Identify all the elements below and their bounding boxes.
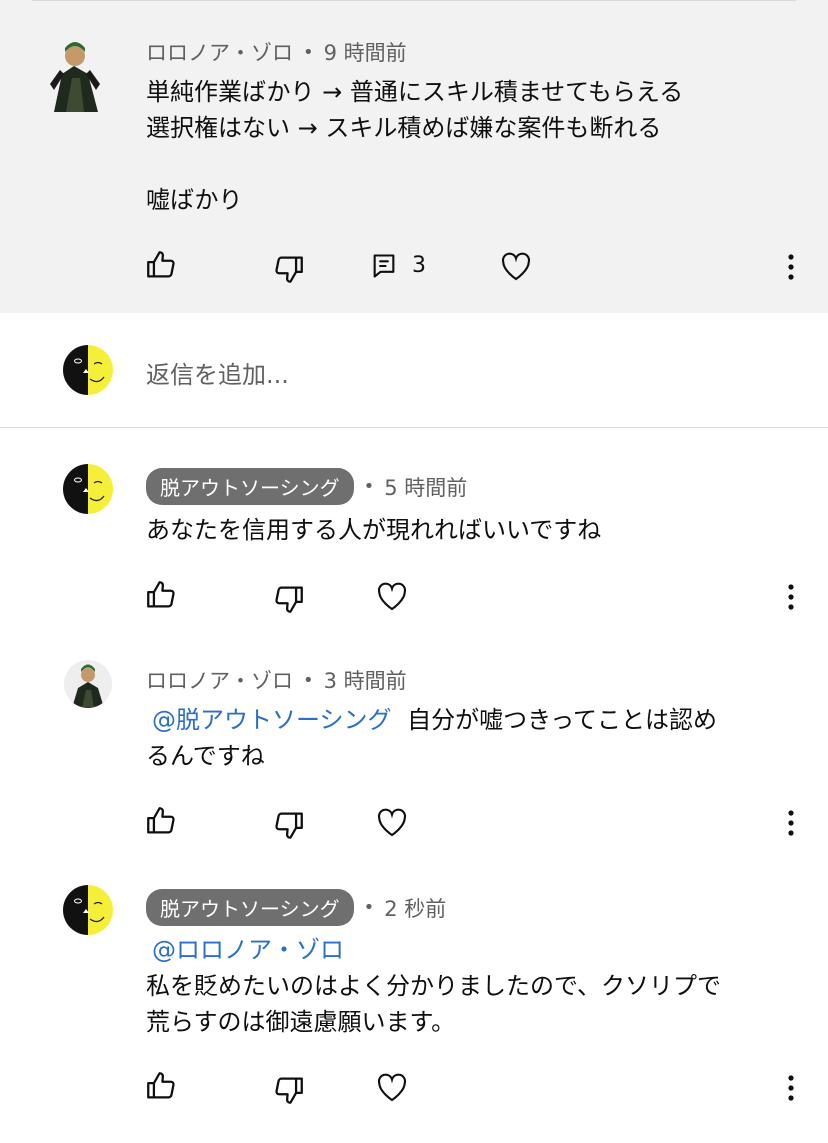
avatar[interactable] (44, 34, 106, 112)
divider (0, 427, 828, 428)
thumbs-down-icon[interactable] (272, 1073, 306, 1107)
timestamp: 9 時間前 (323, 41, 407, 65)
thumbs-up-icon[interactable] (144, 578, 178, 612)
avatar[interactable] (63, 464, 113, 514)
reply-input[interactable]: 返信を追加... (146, 355, 289, 390)
comment-meta: 脱アウトソーシング • 5 時間前 (146, 468, 467, 505)
timestamp: 5 時間前 (384, 475, 468, 500)
timestamp: 2 秒前 (384, 896, 447, 921)
comment-text: 単純作業ばかり → 普通にスキル積ませてもらえる 選択権はない → スキル積めば… (146, 74, 683, 218)
reply-icon[interactable] (370, 252, 398, 280)
thumbs-down-icon[interactable] (272, 808, 306, 842)
timestamp: 3 時間前 (323, 669, 407, 693)
comment-line: 単純作業ばかり → 普通にスキル積ませてもらえる (146, 78, 684, 106)
more-vert-icon[interactable] (786, 808, 796, 838)
mention-link[interactable]: @脱アウトソーシング (152, 706, 392, 734)
thumbs-up-icon[interactable] (144, 804, 178, 838)
reply-text-inline: 自分が嘘つきってことは認め (407, 706, 718, 734)
heart-icon[interactable] (375, 806, 409, 840)
thumbs-down-icon[interactable] (272, 582, 306, 616)
reply-text: @脱アウトソーシング 自分が嘘つきってことは認め るんですね (146, 702, 717, 774)
avatar[interactable] (63, 885, 113, 935)
more-vert-icon[interactable] (786, 582, 796, 612)
avatar[interactable] (64, 660, 112, 708)
comment-line: 嘘ばかり (146, 186, 243, 214)
comment-meta: ロロノア・ゾロ • 3 時間前 (146, 665, 407, 695)
author-name[interactable]: ロロノア・ゾロ (146, 37, 293, 67)
heart-icon[interactable] (499, 250, 533, 284)
comment-meta: ロロノア・ゾロ • 9 時間前 (146, 37, 407, 67)
divider (32, 0, 796, 1)
reply-text: @ロロノア・ゾロ 私を貶めたいのはよく分かりましたので、クソリプで 荒らすのは御… (146, 932, 721, 1040)
author-badge[interactable]: 脱アウトソーシング (146, 889, 354, 926)
reply-text: あなたを信用する人が現れればいいですね (146, 516, 602, 544)
comment-line: 選択権はない → スキル積めば嫌な案件も断れる (146, 114, 662, 142)
reply-text-body: 私を貶めたいのはよく分かりましたので、クソリプで 荒らすのは御遠慮願います。 (146, 972, 722, 1036)
avatar (63, 345, 113, 395)
thumbs-up-icon[interactable] (144, 1069, 178, 1103)
reply-count[interactable]: 3 (412, 253, 426, 278)
thumbs-down-icon[interactable] (272, 252, 306, 286)
separator-dot: • (303, 669, 314, 691)
author-badge[interactable]: 脱アウトソーシング (146, 468, 354, 505)
more-vert-icon[interactable] (786, 252, 796, 282)
reply-text-line: るんですね (146, 742, 265, 770)
more-vert-icon[interactable] (786, 1073, 796, 1103)
author-name[interactable]: ロロノア・ゾロ (146, 665, 293, 695)
comment-meta: 脱アウトソーシング • 2 秒前 (146, 889, 446, 926)
thumbs-up-icon[interactable] (144, 248, 178, 282)
heart-icon[interactable] (375, 1071, 409, 1105)
separator-dot: • (363, 897, 375, 918)
mention-link[interactable]: @ロロノア・ゾロ (152, 936, 344, 964)
separator-dot: • (303, 41, 314, 63)
heart-icon[interactable] (375, 580, 409, 614)
separator-dot: • (363, 476, 375, 497)
